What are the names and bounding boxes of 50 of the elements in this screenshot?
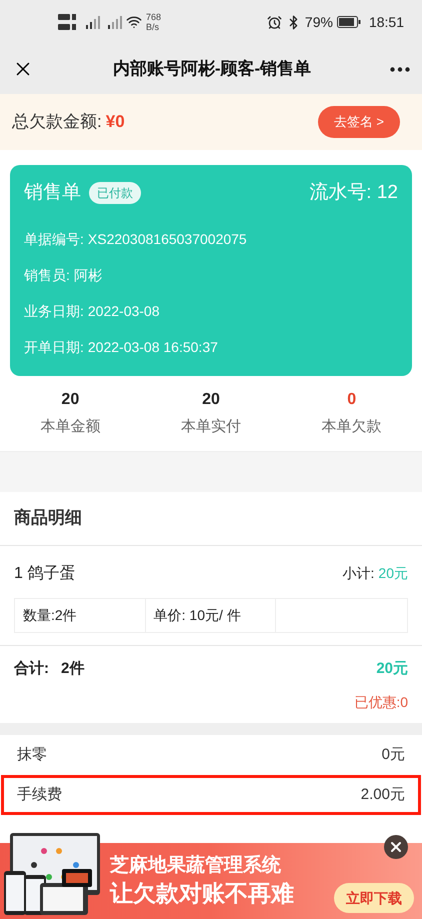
subtotal-value: 20元 [378, 564, 408, 583]
product-name: 1 鸽子蛋 [14, 564, 76, 584]
total-amount: 20元 [376, 658, 408, 678]
network-unit: B/s [146, 22, 160, 32]
battery-icon [336, 16, 361, 28]
field-value: XS220308165037002075 [88, 230, 247, 249]
close-icon [388, 839, 404, 855]
battery-percent: 79% [304, 12, 333, 32]
field-label: 业务日期: [24, 302, 84, 321]
subtotal-label: 小计: [342, 564, 374, 583]
sign-button[interactable]: 去签名 > [318, 106, 400, 138]
more-button[interactable] [390, 66, 410, 72]
discount-text: 已优惠:0 [354, 693, 408, 712]
status-badge: 已付款 [89, 182, 141, 204]
ad-title: 芝麻地果蔬管理系统 [110, 854, 282, 878]
field-value: 阿彬 [74, 266, 102, 285]
stat-value: 20 [202, 390, 220, 410]
close-ad-button[interactable] [384, 835, 408, 859]
table-cell: 单价: 10元/ 件 [146, 598, 276, 632]
row-label: 抹零 [17, 744, 47, 765]
ad-slogan: 让欠款对账不再难 [110, 879, 294, 908]
section-heading: 商品明细 [14, 507, 82, 530]
row-label: 手续费 [17, 784, 62, 805]
field-value: 2022-03-08 16:50:37 [88, 338, 218, 357]
stat-label: 本单金额 [40, 416, 100, 437]
wifi-icon [126, 14, 142, 30]
network-speed: 768 [146, 12, 162, 22]
order-type: 销售单 [24, 181, 81, 205]
debt-label: 总欠款金额: [12, 111, 102, 134]
stat-label: 本单实付 [180, 416, 241, 437]
row-value: 0元 [382, 744, 405, 765]
stat-value: 20 [61, 390, 80, 410]
serial-number: 流水号: 12 [309, 181, 398, 205]
row-value: 2.00元 [360, 784, 405, 805]
sim-icon [58, 12, 78, 32]
stat-label: 本单欠款 [322, 416, 382, 437]
clock: 18:51 [368, 12, 404, 32]
table-cell: 数量:2件 [15, 598, 146, 632]
more-icon [390, 66, 410, 72]
download-button[interactable]: 立即下载 [334, 883, 414, 913]
field-label: 单据编号: [24, 230, 84, 249]
stat-value: 0 [347, 390, 356, 410]
field-value: 2022-03-08 [88, 302, 160, 321]
debt-amount: ¥0 [106, 111, 125, 134]
alarm-icon [266, 14, 282, 30]
field-label: 销售员: [24, 266, 70, 285]
total-count: 2件 [61, 658, 84, 678]
total-label: 合计: [14, 658, 49, 678]
page-title: 内部账号阿彬-顾客-销售单 [112, 58, 312, 80]
field-label: 开单日期: [24, 338, 84, 357]
